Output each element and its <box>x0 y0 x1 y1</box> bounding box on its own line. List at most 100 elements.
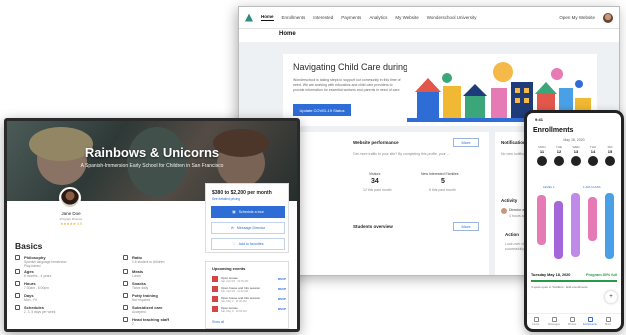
day-capacity-icon <box>588 156 598 166</box>
basic-value: 6 months - 4 years <box>24 274 52 278</box>
enrollment-bar[interactable] <box>554 201 563 259</box>
basics-heading: Basics <box>15 241 43 251</box>
basic-value: 1:6 student to children <box>132 260 165 264</box>
open-website-link[interactable]: Open My Website <box>559 15 595 20</box>
tab-home[interactable]: Home <box>528 317 544 326</box>
program-progress-bar <box>531 280 617 282</box>
enrollments-date: May 18, 2020 <box>563 138 585 142</box>
event-rsvp-button[interactable]: RSVP <box>278 297 286 301</box>
tab-more[interactable]: More <box>600 317 616 326</box>
event-rsvp-button[interactable]: RSVP <box>278 307 286 311</box>
pricing-sidebar: $380 to $2,200 per month See detailed pr… <box>205 183 289 253</box>
footer-note: 4 spots open in Toddlers · Edit enrollme… <box>531 285 588 289</box>
day-capacity-icon <box>605 156 615 166</box>
website-performance-subtitle: Get more traffic to your site? By comple… <box>353 152 450 156</box>
nav-university[interactable]: Wonderschool University <box>427 15 477 20</box>
day-wed[interactable]: WED 13 <box>570 145 582 166</box>
event-rsvp-button[interactable]: RSVP <box>278 287 286 291</box>
students-overview-title: Students overview <box>353 224 393 229</box>
detailed-pricing-link[interactable]: See detailed pricing <box>212 197 240 201</box>
show-all-events-link[interactable]: Show all <box>212 320 224 324</box>
event-rsvp-button[interactable]: RSVP <box>278 277 286 281</box>
add-favorites-button[interactable]: ♡ Add to favorites <box>211 238 285 250</box>
status-time: 9:41 <box>535 117 544 122</box>
message-director-button[interactable]: ✉ Message Director <box>211 222 285 234</box>
nav-my-website[interactable]: My Website <box>395 15 418 20</box>
nav-interested[interactable]: Interested <box>313 15 333 20</box>
basic-value: Mon - Fri <box>24 298 38 302</box>
students-overview-more-button[interactable]: More <box>453 222 479 231</box>
ratio-icon <box>123 255 128 260</box>
basic-label: Head teaching staff <box>132 317 169 322</box>
event-item[interactable]: Open House Sat, May 9 · 10:00 AM RSVP <box>212 306 286 314</box>
day-date: 13 <box>573 149 579 154</box>
tab-messages[interactable]: Messages <box>546 317 562 326</box>
director-role: Program Director <box>59 217 83 221</box>
upcoming-events-card: Upcoming events Open House Sat, April 18… <box>205 261 289 329</box>
event-time: Sat, April 18 · 10:00 AM <box>221 279 249 283</box>
event-item[interactable]: Open house and Info session Sat, May 2 ·… <box>212 296 286 304</box>
footer-program: Program 80% full <box>585 273 617 277</box>
day-date: 15 <box>607 149 613 154</box>
phone-enrollments: 9:41 Enrollments May 18, 2020 MON 11 TUE… <box>524 110 624 332</box>
rating-stars: ★★★★★ 4.9 <box>60 222 82 226</box>
director-name: Jane Doe <box>61 211 81 216</box>
event-date-icon <box>212 306 218 312</box>
user-avatar[interactable] <box>603 12 613 23</box>
event-item[interactable]: Open house and Info session Sat, April 2… <box>212 286 286 294</box>
basic-value: Not required <box>132 298 151 302</box>
potty-icon <box>123 293 128 298</box>
event-time: Sat, May 9 · 10:00 AM <box>221 309 247 313</box>
wonderschool-logo-icon[interactable] <box>245 13 253 22</box>
tab-label: Messages <box>548 323 560 326</box>
upcoming-events-title: Upcoming events <box>212 266 246 271</box>
basic-value: 2, 3, 5 days per week <box>24 310 56 314</box>
heart-icon: ♡ <box>232 242 236 246</box>
nav-analytics[interactable]: Analytics <box>369 15 387 20</box>
tab-photos[interactable]: Photos <box>564 317 580 326</box>
phone-tab-bar: Home Messages Photos Enrollments More <box>527 313 621 329</box>
day-tue[interactable]: TUE 12 <box>553 145 565 166</box>
more-icon <box>605 317 611 322</box>
families-note: 5 this past month <box>429 188 456 192</box>
marketing-composite: Home Enrollments Interested Payments Ana… <box>0 0 626 335</box>
tab-enrollments[interactable]: Enrollments <box>582 317 598 326</box>
enrollment-bar[interactable] <box>588 197 597 241</box>
school-tagline: A Spanish-Immersion Early School for Chi… <box>80 163 224 169</box>
nav-payments[interactable]: Payments <box>341 15 361 20</box>
photo-icon <box>569 317 575 322</box>
lane-left-label: LEVEL 1 <box>543 185 555 189</box>
price-range: $380 to $2,200 per month <box>212 190 272 196</box>
enrollment-bar[interactable] <box>605 193 614 259</box>
website-performance-more-button[interactable]: More <box>453 138 479 147</box>
event-date-icon <box>212 286 218 292</box>
nav-home[interactable]: Home <box>261 14 274 21</box>
top-nav: Home Enrollments Interested Payments Ana… <box>239 7 619 29</box>
event-time: Sat, April 25 · 11:00 AM <box>221 289 249 293</box>
basic-value: Accepted <box>132 310 146 314</box>
activity-title: Activity <box>501 198 518 203</box>
add-icon[interactable]: + <box>605 291 617 303</box>
clock-icon <box>15 281 20 286</box>
schedule-tour-button[interactable]: ▦ Schedule a tour <box>211 206 285 218</box>
day-mon[interactable]: MON 11 <box>536 145 548 166</box>
event-item[interactable]: Open House Sat, April 18 · 10:00 AM RSVP <box>212 276 286 284</box>
enrollment-bar[interactable] <box>571 193 580 257</box>
enrollment-bar[interactable] <box>537 195 546 245</box>
school-name: Rainbows & Unicorns <box>84 145 220 160</box>
day-fri[interactable]: FRI 15 <box>604 145 616 166</box>
basic-value: 7:30am - 6:00pm <box>24 286 49 290</box>
action-title: Action <box>505 232 519 237</box>
website-performance-card: Website performance More Get more traffi… <box>283 132 489 275</box>
update-covid-status-button[interactable]: Update COVID-19 Status <box>293 104 351 116</box>
school-profile-tablet: Rainbows & Unicorns A Spanish-Immersion … <box>4 118 300 332</box>
nav-enrollments[interactable]: Enrollments <box>282 15 306 20</box>
tab-label: More <box>605 323 611 326</box>
tab-label: Enrollments <box>583 323 597 326</box>
day-thu[interactable]: THU 14 <box>587 145 599 166</box>
home-icon <box>533 317 539 322</box>
event-time: Sat, May 2 · 11:00 AM <box>221 299 247 303</box>
activity-avatar <box>501 208 507 214</box>
event-date-icon <box>212 276 218 282</box>
visitors-note: 12 this past month <box>363 188 392 192</box>
